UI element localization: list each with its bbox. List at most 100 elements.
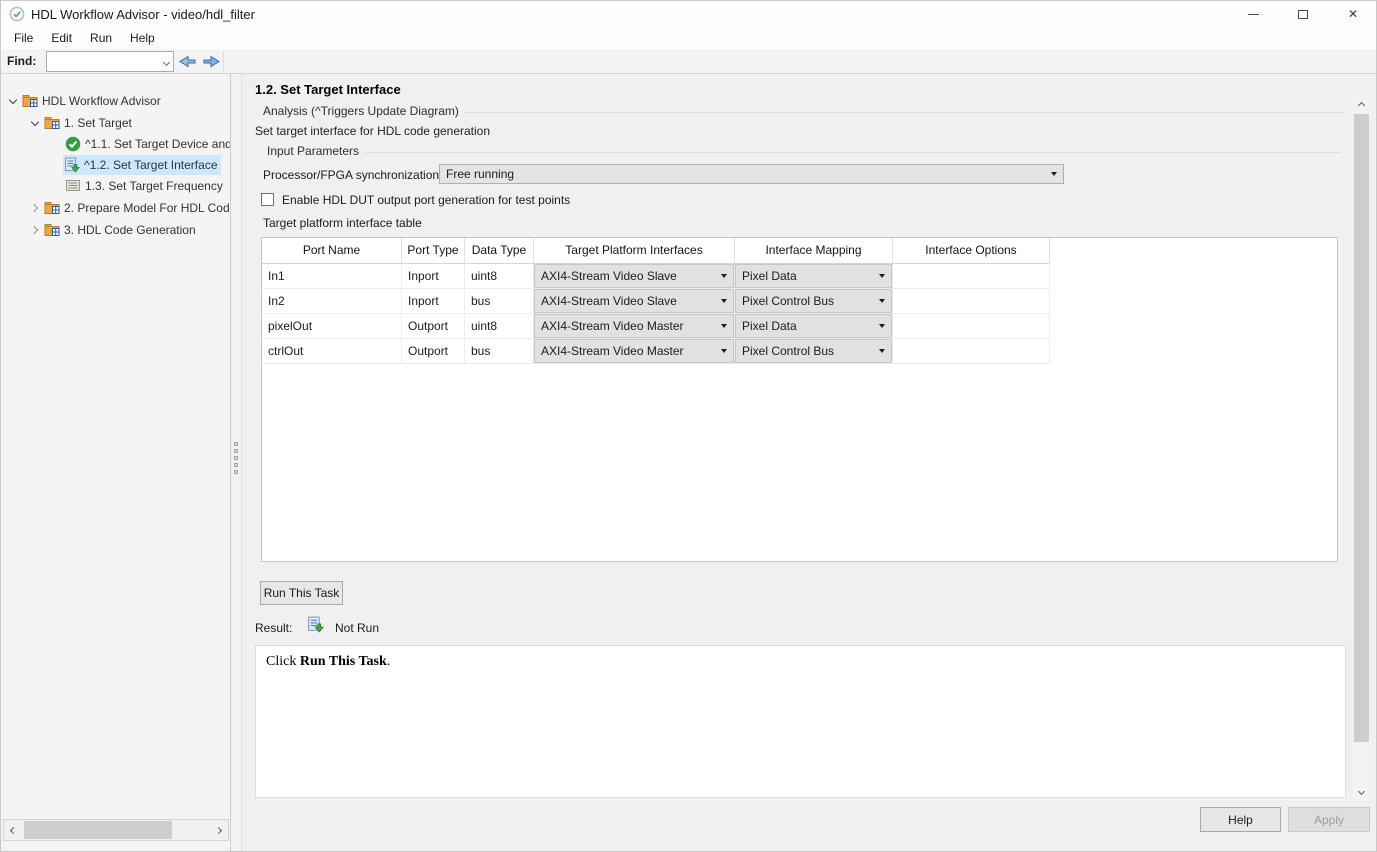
interface-mapping-dropdown[interactable]: Pixel Data [735, 264, 892, 288]
tree-item-set-target[interactable]: 1. Set Target [1, 112, 231, 133]
result-status: Not Run [335, 621, 379, 635]
target-platform-interface-table: Port Name Port Type Data Type Target Pla… [261, 237, 1338, 562]
cell-port-type: Inport [402, 264, 465, 289]
tree-item-label: ^1.1. Set Target Device and [85, 137, 231, 151]
page-title: 1.2. Set Target Interface [255, 82, 401, 97]
menu-run[interactable]: Run [81, 29, 121, 48]
find-toolbar: Find: [1, 49, 1377, 74]
target-platform-interface-dropdown[interactable]: AXI4-Stream Video Slave [534, 289, 734, 313]
tree-item-hdl-workflow-advisor[interactable]: HDL Workflow Advisor [1, 90, 231, 111]
table-row: In2 Inport bus AXI4-Stream Video Slave P… [262, 289, 1337, 314]
cell-interface-options [893, 314, 1050, 339]
scrollbar-thumb[interactable] [24, 821, 172, 839]
find-input[interactable] [47, 53, 155, 70]
dropdown-caret-icon [721, 274, 727, 278]
chevron-down-icon[interactable] [163, 58, 170, 65]
cell-interface-mapping: Pixel Control Bus [735, 289, 893, 314]
splitter-grip-icon [234, 470, 238, 474]
interface-mapping-dropdown[interactable]: Pixel Control Bus [735, 339, 892, 363]
tree-item-hdl-code-generation[interactable]: 3. HDL Code Generation [1, 219, 231, 240]
cell-port-name: pixelOut [262, 314, 402, 339]
sync-dropdown-value: Free running [446, 167, 514, 181]
window-title: HDL Workflow Advisor - video/hdl_filter [31, 7, 255, 22]
splitter-grip-icon [234, 456, 238, 460]
tree-item-label: 3. HDL Code Generation [64, 223, 196, 237]
dropdown-caret-icon [721, 349, 727, 353]
find-previous-button[interactable] [177, 53, 198, 70]
splitter-grip-icon [234, 449, 238, 453]
apply-button[interactable]: Apply [1288, 807, 1370, 832]
panel-splitter[interactable] [231, 74, 242, 852]
interface-mapping-dropdown[interactable]: Pixel Control Bus [735, 289, 892, 313]
scrollbar-thumb[interactable] [1354, 114, 1369, 742]
toolbar-separator [223, 51, 224, 71]
chevron-left-icon [10, 826, 17, 833]
maximize-button[interactable] [1278, 1, 1328, 27]
cell-port-name: In1 [262, 264, 402, 289]
tree-item-label: 1.3. Set Target Frequency [85, 179, 223, 193]
analysis-groupbox: Analysis (^Triggers Update Diagram) [263, 104, 1344, 118]
column-header-port-name: Port Name [262, 238, 402, 264]
scroll-left-button[interactable] [4, 820, 23, 840]
interface-table-label: Target platform interface table [263, 216, 422, 230]
message-bold-text: Run This Task [300, 654, 387, 669]
minimize-button[interactable] [1228, 1, 1278, 27]
cell-port-type: Outport [402, 339, 465, 364]
cell-data-type: bus [465, 339, 534, 364]
task-passed-icon [65, 136, 81, 152]
tree-item-set-target-interface[interactable]: ^1.2. Set Target Interface [1, 154, 231, 175]
dropdown-caret-icon [721, 299, 727, 303]
cell-port-type: Inport [402, 289, 465, 314]
testpoints-checkbox[interactable] [261, 193, 274, 206]
find-combobox[interactable] [46, 51, 174, 72]
chevron-right-icon[interactable] [29, 224, 41, 236]
interface-mapping-dropdown[interactable]: Pixel Data [735, 314, 892, 338]
tree-item-set-target-device[interactable]: ^1.1. Set Target Device and [1, 133, 231, 154]
tree-item-label: HDL Workflow Advisor [42, 94, 161, 108]
cell-data-type: uint8 [465, 264, 534, 289]
column-header-interface-mapping: Interface Mapping [735, 238, 893, 264]
cell-interface-options [893, 264, 1050, 289]
close-button[interactable]: ✕ [1328, 1, 1377, 27]
arrow-left-icon [177, 53, 198, 70]
folder-icon [44, 115, 60, 130]
chevron-down-icon[interactable] [7, 95, 19, 107]
chevron-down-icon[interactable] [29, 117, 41, 129]
menu-file[interactable]: File [5, 29, 42, 48]
main-vertical-scrollbar[interactable] [1353, 97, 1370, 800]
scroll-up-button[interactable] [1353, 97, 1370, 114]
chevron-right-icon[interactable] [29, 202, 41, 214]
menu-help[interactable]: Help [121, 29, 164, 48]
column-header-target-platform-interfaces: Target Platform Interfaces [534, 238, 735, 264]
window-controls: ✕ [1228, 1, 1377, 27]
sync-dropdown[interactable]: Free running [439, 164, 1064, 184]
result-not-run-icon [307, 616, 324, 633]
close-icon: ✕ [1348, 7, 1358, 21]
tree-item-prepare-model[interactable]: 2. Prepare Model For HDL Code [1, 197, 231, 218]
target-platform-interface-dropdown[interactable]: AXI4-Stream Video Slave [534, 264, 734, 288]
tree-item-label: 2. Prepare Model For HDL Code [64, 201, 231, 215]
splitter-grip-icon [234, 442, 238, 446]
message-text: Click [266, 654, 300, 669]
run-this-task-button[interactable]: Run This Task [260, 581, 343, 605]
tree-item-set-target-frequency[interactable]: 1.3. Set Target Frequency [1, 175, 231, 196]
cell-port-name: ctrlOut [262, 339, 402, 364]
folder-icon [44, 222, 60, 237]
help-button[interactable]: Help [1200, 807, 1281, 832]
input-parameters-label: Input Parameters [267, 144, 359, 158]
folder-icon [22, 93, 38, 108]
find-next-button[interactable] [201, 53, 222, 70]
cell-interface-mapping: Pixel Data [735, 264, 893, 289]
target-platform-interface-dropdown[interactable]: AXI4-Stream Video Master [534, 314, 734, 338]
cell-interface-mapping: Pixel Control Bus [735, 339, 893, 364]
chevron-right-icon [215, 826, 222, 833]
task-description: Set target interface for HDL code genera… [255, 124, 490, 138]
menu-edit[interactable]: Edit [42, 29, 81, 48]
tree-item-label: 1. Set Target [64, 116, 132, 130]
tree-horizontal-scrollbar[interactable] [3, 819, 229, 841]
cell-target-platform-interface: AXI4-Stream Video Slave [534, 264, 735, 289]
scroll-down-button[interactable] [1353, 783, 1370, 800]
scroll-right-button[interactable] [209, 820, 228, 840]
dropdown-value: Pixel Data [742, 314, 797, 338]
target-platform-interface-dropdown[interactable]: AXI4-Stream Video Master [534, 339, 734, 363]
